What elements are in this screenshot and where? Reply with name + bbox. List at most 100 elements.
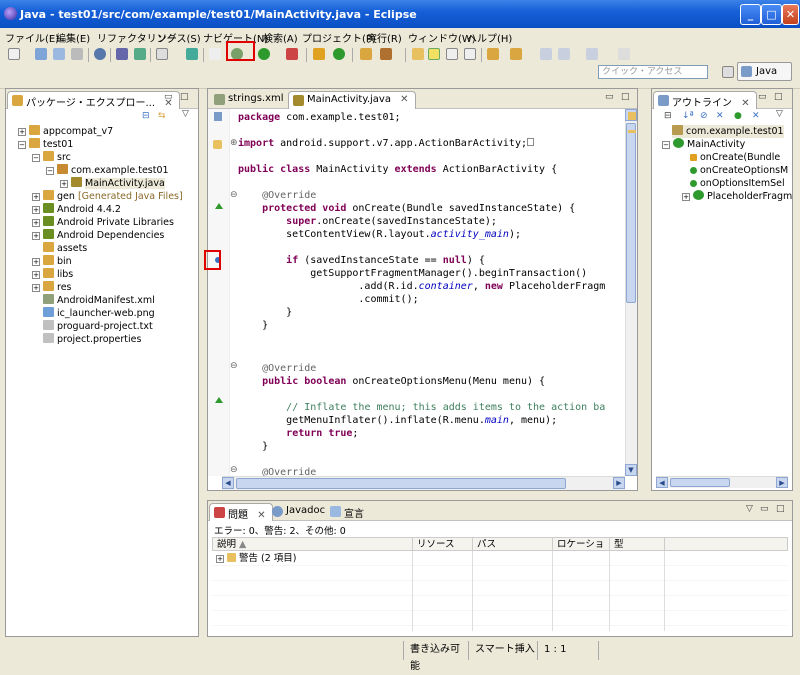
- block-selection-icon[interactable]: [446, 48, 458, 60]
- outline-item[interactable]: − MainActivity: [662, 138, 745, 151]
- tab-declaration[interactable]: 宣言: [326, 503, 370, 521]
- new-class-icon[interactable]: [333, 48, 345, 60]
- table-row[interactable]: + 警告 (2 項目): [216, 552, 297, 565]
- close-icon[interactable]: ✕: [257, 510, 265, 521]
- link-icon[interactable]: [209, 48, 221, 60]
- android-sdk-icon[interactable]: [116, 48, 128, 60]
- tab-outline[interactable]: アウトライン ✕: [653, 91, 757, 109]
- menu-window[interactable]: ウィンドウ(W): [408, 30, 476, 45]
- scroll-left-icon[interactable]: ◀: [656, 477, 668, 488]
- tab-package-explorer[interactable]: パッケージ・エクスプロー... ✕: [7, 91, 180, 109]
- menu-run[interactable]: 実行(R): [367, 30, 402, 45]
- view-menu-icon[interactable]: ▽: [746, 504, 753, 514]
- overview-warning-marker[interactable]: [628, 130, 636, 133]
- collapse-all-icon[interactable]: ⊟: [142, 111, 150, 121]
- tree-item[interactable]: + appcompat_v7: [18, 125, 113, 138]
- menu-source[interactable]: ソース(S): [157, 30, 201, 45]
- minimize-view-icon[interactable]: ▭: [758, 92, 767, 102]
- hide-local-types-icon[interactable]: ✕: [752, 111, 760, 121]
- prev-annotation-icon[interactable]: [510, 48, 522, 60]
- checkbox-icon[interactable]: [156, 48, 168, 60]
- tree-item[interactable]: − src: [32, 151, 71, 164]
- editor-horizontal-scrollbar[interactable]: ◀ ▶: [222, 476, 625, 490]
- maximize-button[interactable]: □: [761, 4, 782, 25]
- maximize-view-icon[interactable]: □: [774, 92, 783, 102]
- minimize-view-icon[interactable]: ▭: [164, 92, 173, 102]
- outline-item[interactable]: onOptionsItemSel: [690, 177, 785, 190]
- collapse-all-icon[interactable]: ⊟: [664, 111, 672, 121]
- print-icon[interactable]: [71, 48, 83, 60]
- menu-search[interactable]: 検索(A): [263, 30, 298, 45]
- menu-help[interactable]: ヘルプ(H): [467, 30, 512, 45]
- minimize-view-icon[interactable]: ▭: [605, 92, 614, 102]
- view-menu-icon[interactable]: ▽: [776, 109, 783, 119]
- column-resource[interactable]: リソース: [413, 538, 473, 552]
- lint-icon[interactable]: [186, 48, 198, 60]
- tree-item[interactable]: proguard-project.txt: [43, 320, 153, 333]
- tree-item[interactable]: + MainActivity.java: [60, 177, 165, 190]
- minimize-button[interactable]: _: [740, 4, 761, 25]
- run-icon[interactable]: [258, 48, 270, 60]
- tree-item[interactable]: + gen [Generated Java Files]: [32, 190, 183, 203]
- scroll-thumb[interactable]: [236, 478, 566, 489]
- save-all-icon[interactable]: [53, 48, 65, 60]
- tree-item[interactable]: + res: [32, 281, 72, 294]
- back-icon[interactable]: [558, 48, 570, 60]
- tab-problems[interactable]: 問題 ✕: [209, 503, 273, 521]
- tree-item[interactable]: project.properties: [43, 333, 141, 346]
- tab-javadoc[interactable]: Javadoc: [268, 503, 331, 521]
- new-icon[interactable]: [8, 48, 20, 60]
- tree-item[interactable]: AndroidManifest.xml: [43, 294, 155, 307]
- java-perspective-button[interactable]: Java: [737, 62, 792, 81]
- highlight-icon[interactable]: [428, 48, 440, 60]
- annotation-icon[interactable]: [412, 48, 424, 60]
- close-icon[interactable]: ✕: [741, 98, 749, 109]
- outline-horizontal-scrollbar[interactable]: ◀ ▶: [656, 476, 788, 488]
- scroll-thumb[interactable]: [670, 478, 730, 487]
- minimize-view-icon[interactable]: ▭: [760, 504, 769, 514]
- scroll-thumb[interactable]: [626, 123, 636, 303]
- quick-access-input[interactable]: クイック・アクセス: [598, 65, 708, 79]
- menu-file[interactable]: ファイル(E): [5, 30, 59, 45]
- tree-item[interactable]: assets: [43, 242, 87, 255]
- column-location[interactable]: ロケーション: [553, 538, 610, 564]
- last-edit-icon[interactable]: [540, 48, 552, 60]
- pin-editor-icon[interactable]: [618, 48, 630, 60]
- next-annotation-icon[interactable]: [487, 48, 499, 60]
- scroll-down-icon[interactable]: ▼: [625, 464, 637, 476]
- outline-item[interactable]: + PlaceholderFragm: [682, 190, 792, 203]
- avd-manager-icon[interactable]: [134, 48, 146, 60]
- close-icon[interactable]: ✕: [400, 94, 408, 105]
- new-java-project-icon[interactable]: [313, 48, 325, 60]
- tree-item[interactable]: + libs: [32, 268, 73, 281]
- outline-item[interactable]: onCreateOptionsM: [690, 164, 788, 177]
- editor-vertical-scrollbar[interactable]: ▲ ▼: [625, 109, 637, 476]
- hide-fields-icon[interactable]: ⊘: [700, 111, 708, 121]
- search-icon[interactable]: [380, 48, 392, 60]
- menu-edit[interactable]: 編集(E): [56, 30, 90, 45]
- code-area[interactable]: ⊕ ⊖ ⊖ ⊖ package com.example.test01; impo…: [208, 109, 625, 476]
- tree-item[interactable]: − com.example.test01: [46, 164, 169, 177]
- debug-settings-icon[interactable]: [94, 48, 106, 60]
- scroll-right-icon[interactable]: ▶: [613, 477, 625, 489]
- menu-project[interactable]: プロジェクト(P): [302, 30, 376, 45]
- sort-icon[interactable]: ↓ª: [682, 111, 694, 121]
- tree-item[interactable]: + Android 4.4.2: [32, 203, 121, 216]
- forward-icon[interactable]: [586, 48, 598, 60]
- show-whitespace-icon[interactable]: [464, 48, 476, 60]
- scroll-left-icon[interactable]: ◀: [222, 477, 234, 489]
- external-tools-icon[interactable]: [286, 48, 298, 60]
- outline-item[interactable]: onCreate(Bundle: [690, 151, 780, 164]
- maximize-view-icon[interactable]: □: [776, 504, 785, 514]
- outline-item[interactable]: com.example.test01: [672, 125, 784, 138]
- view-menu-icon[interactable]: ▽: [182, 109, 189, 119]
- column-type[interactable]: 型: [610, 538, 665, 552]
- tree-item[interactable]: + Android Dependencies: [32, 229, 164, 242]
- column-path[interactable]: パス: [473, 538, 553, 552]
- tree-item[interactable]: ic_launcher-web.png: [43, 307, 155, 320]
- hide-nonpublic-icon[interactable]: ●: [734, 111, 742, 121]
- maximize-view-icon[interactable]: □: [621, 92, 630, 102]
- maximize-view-icon[interactable]: □: [180, 92, 189, 102]
- tree-item[interactable]: + Android Private Libraries: [32, 216, 174, 229]
- save-icon[interactable]: [35, 48, 47, 60]
